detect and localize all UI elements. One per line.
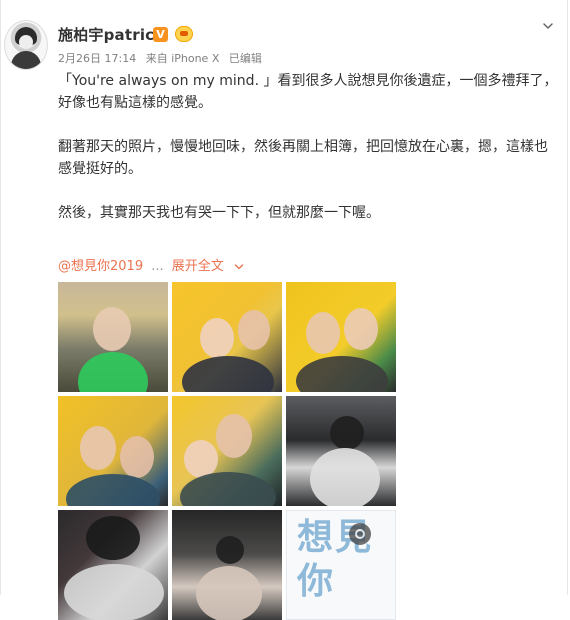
photo-4[interactable] [58, 396, 168, 506]
vip-crown-icon [175, 26, 193, 42]
ellipsis: ... [151, 259, 164, 274]
photo-7[interactable] [58, 510, 168, 620]
post-paragraph-1: 「You're always on my mind. 」看到很多人說想見你後遺症… [58, 73, 558, 111]
avatar[interactable] [4, 20, 48, 70]
photo-3-face-1 [306, 312, 340, 354]
photo-8-head [216, 536, 244, 564]
photo-7-head [86, 516, 140, 560]
photo-2-face-1 [200, 318, 234, 358]
post-paragraph-3: 然後，其實那天我也有哭一下下，但就那麼一下喔。 [58, 205, 380, 221]
photo-6-head [330, 416, 364, 450]
expand-link[interactable]: 展开全文 [172, 259, 224, 274]
chevron-down-icon[interactable] [234, 262, 244, 272]
photo-3[interactable] [286, 282, 396, 392]
photo-1-shirt [78, 352, 148, 392]
topic-and-expand: @想見你2019 ... 展开全文 [58, 255, 244, 274]
chevron-down-icon[interactable] [542, 20, 554, 32]
photo-4-shirt [66, 474, 160, 506]
photo-9-title: 想見你 [297, 516, 374, 602]
photo-2[interactable] [172, 282, 282, 392]
verified-icon: V [153, 27, 168, 42]
photo-7-shirt [64, 564, 164, 620]
photo-6-shirt [310, 448, 380, 506]
photo-5-shirt [180, 472, 276, 506]
photo-2-face-2 [238, 310, 270, 350]
post-time[interactable]: 2月26日 17:14 [58, 52, 136, 65]
post-meta: 2月26日 17:14 来自 iPhone X 已编辑 [58, 50, 268, 66]
video-play-icon[interactable] [349, 523, 371, 545]
photo-8[interactable] [172, 510, 282, 620]
author-name[interactable]: 施柏宇patrick [58, 24, 164, 45]
avatar-face [19, 35, 33, 49]
photo-4-face-1 [80, 426, 116, 470]
photo-5-face-1 [216, 414, 252, 458]
photo-3-shirt [296, 356, 388, 392]
weibo-post-card: 施柏宇patrick V 2月26日 17:14 来自 iPhone X 已编辑… [0, 0, 568, 620]
photo-8-shirt [196, 566, 262, 620]
photo-5[interactable] [172, 396, 282, 506]
post-text: 「You're always on my mind. 」看到很多人說想見你後遺症… [58, 70, 558, 224]
edited-label: 已编辑 [228, 52, 262, 65]
photo-3-face-2 [344, 308, 378, 350]
topic-link[interactable]: @想見你2019 [58, 259, 143, 274]
photo-4-face-2 [120, 436, 154, 478]
photo-9[interactable]: 想見你 [286, 510, 396, 620]
post-paragraph-2: 翻著那天的照片，慢慢地回味，然後再關上相簿，把回憶放在心裏，摁，這樣也感覺挺好的… [58, 139, 548, 177]
avatar-body [11, 51, 41, 69]
photo-2-shirt [182, 356, 274, 392]
post-source[interactable]: 来自 iPhone X [146, 52, 220, 65]
photo-1[interactable] [58, 282, 168, 392]
photo-6[interactable] [286, 396, 396, 506]
photo-1-face [93, 307, 131, 351]
